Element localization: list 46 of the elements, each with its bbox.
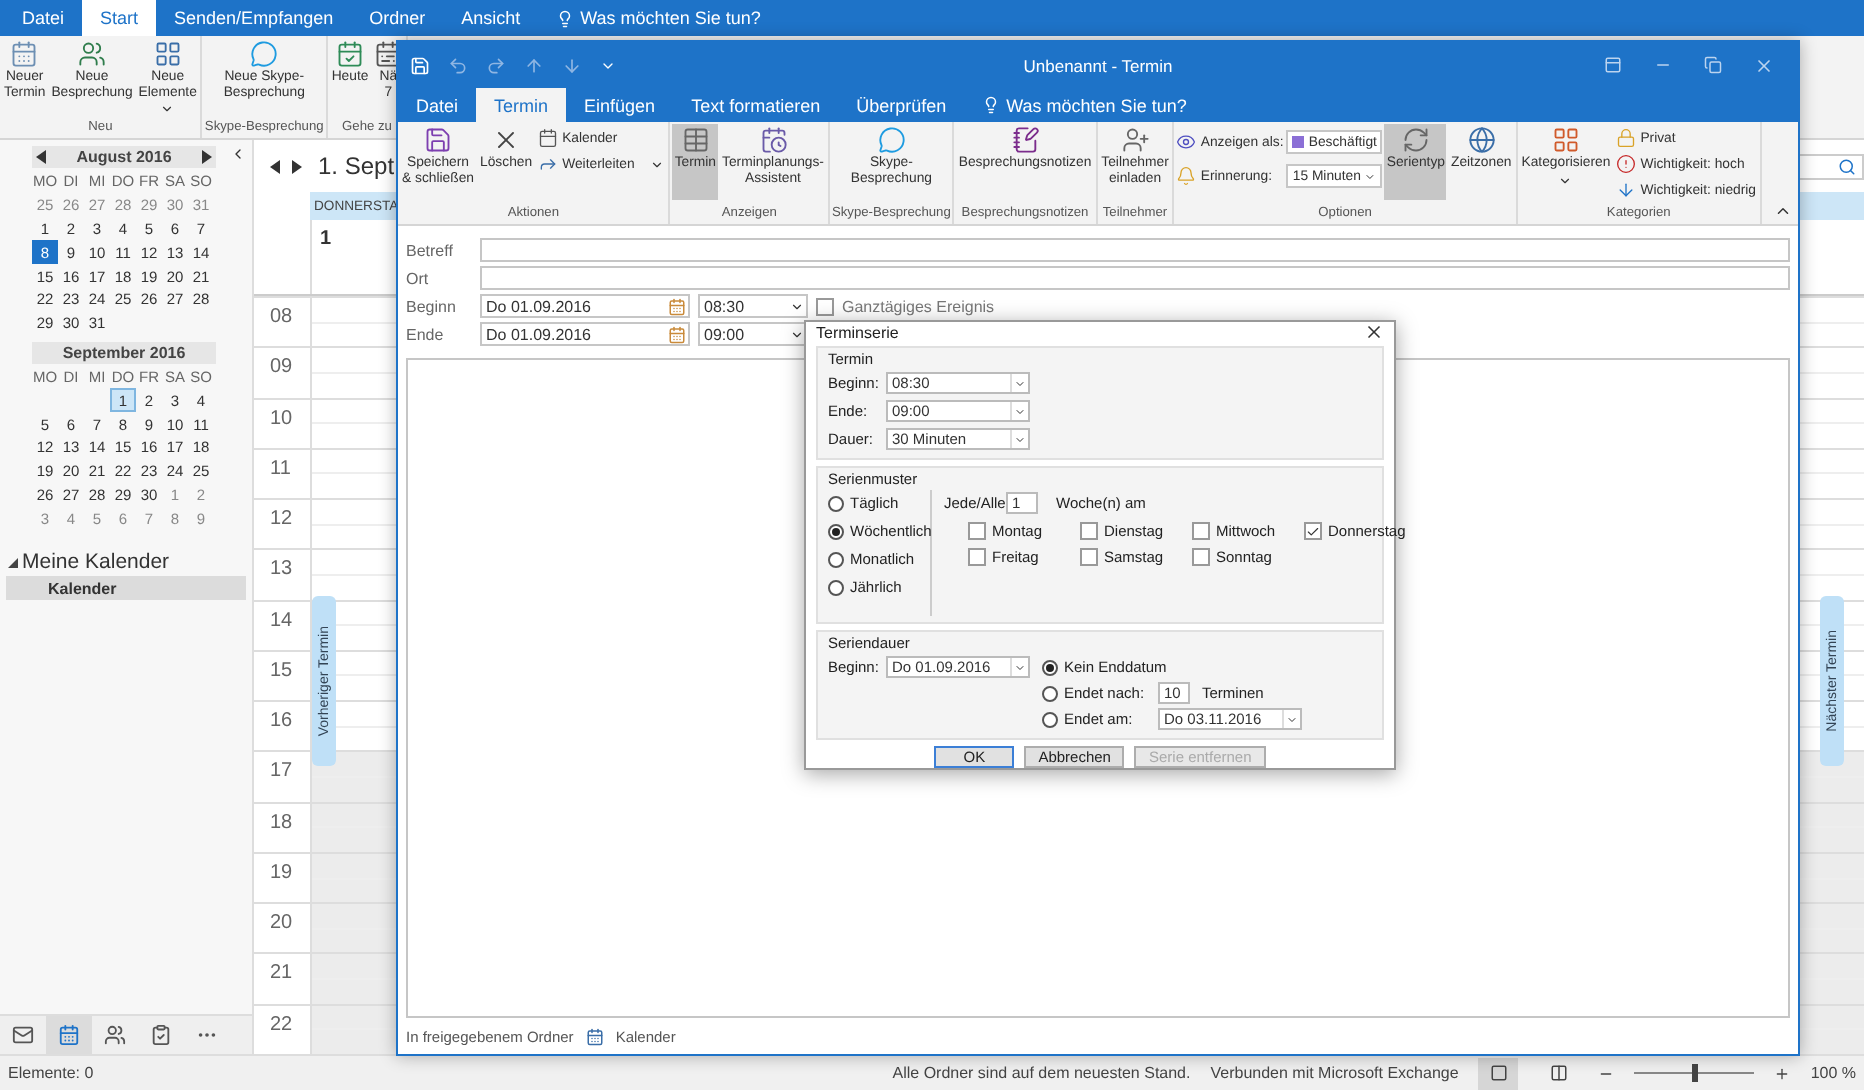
checkbox-label: Ganztägiges Ereignis: [842, 297, 995, 315]
date-field[interactable]: Do 01.09.2016: [480, 294, 690, 318]
hour-label: 08: [268, 304, 295, 332]
time-field[interactable]: 08:30: [698, 294, 808, 318]
tell-me-field[interactable]: Was möchten Sie tun?: [964, 88, 1205, 122]
tab[interactable]: Ordner: [351, 0, 444, 36]
tab[interactable]: Ansicht: [443, 0, 539, 36]
hour-label: 16: [268, 708, 295, 737]
status-text: Elemente: 0: [8, 1064, 94, 1082]
hour-label: 18: [268, 809, 295, 838]
date-field[interactable]: Do 01.09.2016: [480, 322, 690, 346]
hour-label: 15: [268, 657, 295, 686]
tab[interactable]: Einfügen: [566, 88, 674, 122]
hour-label: 20: [268, 910, 295, 939]
tab[interactable]: Datei: [398, 88, 477, 122]
field-label: Beginn: [406, 297, 458, 315]
status-text: Verbunden mit Microsoft Exchange: [1210, 1064, 1459, 1082]
hour-label: 14: [268, 607, 295, 636]
date-title: 1. Sept: [318, 152, 395, 180]
field-label: Ort: [406, 269, 431, 287]
hour-label: 19: [268, 859, 295, 888]
hour-label: 13: [268, 556, 295, 585]
status-text: Alle Ordner sind auf dem neuesten Stand.: [892, 1064, 1191, 1082]
hour-label: 12: [268, 506, 295, 535]
field-label: Ende: [406, 325, 446, 343]
tab[interactable]: Überprüfen: [838, 88, 965, 122]
hour-label: 22: [268, 1011, 295, 1040]
zoom-level: 100 %: [1810, 1064, 1856, 1082]
tab[interactable]: Start: [82, 0, 157, 36]
tab[interactable]: Text formatieren: [673, 88, 839, 122]
month-title: September 2016: [62, 343, 186, 362]
month-title: August 2016: [76, 148, 172, 166]
folder-group-title: Meine Kalender: [22, 550, 170, 575]
tab[interactable]: Senden/Empfangen: [156, 0, 352, 36]
dialog-title: Terminserie: [816, 323, 899, 341]
tab[interactable]: Datei: [4, 0, 83, 36]
hour-label: 09: [268, 354, 295, 383]
tab[interactable]: Termin: [476, 88, 567, 122]
hour-label: 21: [268, 960, 295, 989]
field-label: Betreff: [406, 241, 455, 259]
folder-item[interactable]: Kalender: [6, 576, 246, 601]
hour-label: 10: [268, 405, 295, 434]
hour-label: 17: [268, 758, 295, 787]
window-title: Unbenannt - Termin: [1023, 55, 1173, 75]
tell-me-field[interactable]: Was möchten Sie tun?: [538, 0, 779, 36]
hour-label: 11: [268, 455, 293, 484]
